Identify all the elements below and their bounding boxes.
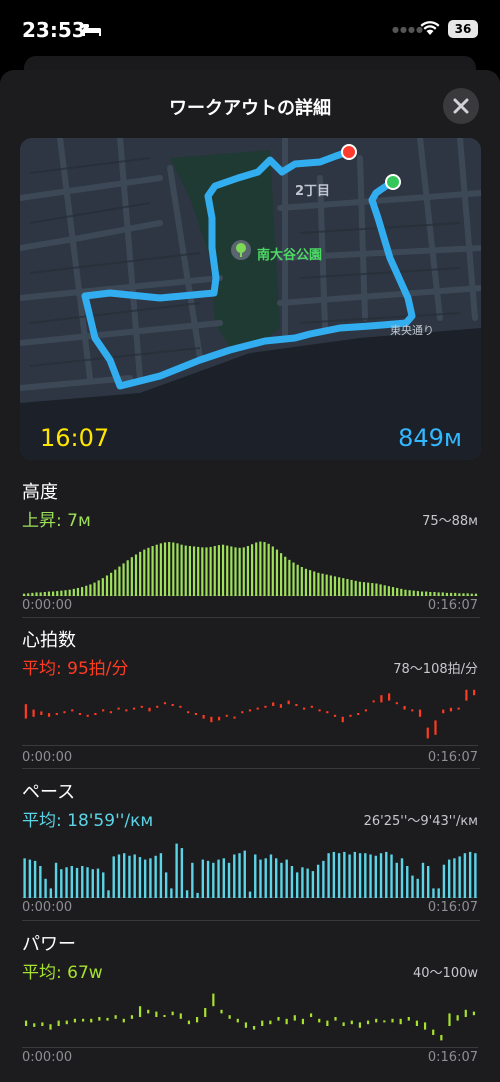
route-map[interactable] bbox=[20, 138, 481, 460]
pace-title: ペース bbox=[22, 782, 76, 803]
elevation-title: 高度 bbox=[22, 482, 58, 503]
status-time: 23:53 bbox=[22, 18, 86, 42]
map-block-label: 2丁目 bbox=[295, 184, 331, 199]
pace-average: 平均: 18'59''/км bbox=[22, 811, 154, 831]
elevation-range: 75〜88м bbox=[422, 514, 478, 529]
status-bar: 23:53 ●●●● 36 bbox=[0, 0, 500, 58]
close-button[interactable] bbox=[443, 88, 479, 124]
heart-rate-start-time: 0:00:00 bbox=[22, 750, 73, 765]
heart-rate-range: 78〜108拍/分 bbox=[393, 662, 478, 677]
pace-start-time: 0:00:00 bbox=[22, 900, 73, 915]
heart-rate-average: 平均: 95拍/分 bbox=[22, 659, 129, 679]
heart-rate-end-time: 0:16:07 bbox=[427, 750, 478, 765]
pace-range: 26'25''〜9'43''/км bbox=[363, 814, 478, 829]
power-section[interactable]: パワー 平均: 67w 40〜100w 0:00:00 0:16:07 bbox=[22, 930, 480, 1070]
elevation-gain: 上昇: 7м bbox=[22, 511, 91, 531]
park-icon bbox=[231, 240, 251, 260]
power-range: 40〜100w bbox=[413, 966, 478, 981]
map-park-label: 南大谷公園 bbox=[257, 248, 323, 263]
divider bbox=[22, 617, 480, 618]
map-canvas bbox=[20, 138, 481, 460]
battery-indicator: 36 bbox=[448, 20, 478, 38]
power-chart bbox=[22, 993, 478, 1048]
route-start-marker bbox=[385, 174, 401, 190]
elapsed-time: 16:07 bbox=[40, 424, 110, 452]
elevation-chart bbox=[22, 541, 478, 596]
elevation-end-time: 0:16:07 bbox=[427, 598, 478, 613]
wifi-icon bbox=[420, 21, 440, 35]
divider bbox=[22, 768, 480, 769]
elevation-start-time: 0:00:00 bbox=[22, 598, 73, 613]
map-street-label: 東央通り bbox=[390, 324, 434, 337]
distance: 849м bbox=[398, 424, 462, 452]
sleep-focus-icon bbox=[83, 24, 101, 36]
power-title: パワー bbox=[22, 934, 76, 955]
divider bbox=[22, 920, 480, 921]
power-end-time: 0:16:07 bbox=[427, 1050, 478, 1065]
heart-rate-title: 心拍数 bbox=[22, 630, 76, 651]
page-title: ワークアウトの詳細 bbox=[169, 98, 331, 119]
pace-section[interactable]: ペース 平均: 18'59''/км 26'25''〜9'43''/км 0:0… bbox=[22, 778, 480, 918]
pace-chart bbox=[22, 843, 478, 898]
elevation-section[interactable]: 高度 上昇: 7м 75〜88м 0:00:00 0:16:07 bbox=[22, 478, 480, 618]
route-end-marker bbox=[341, 144, 357, 160]
heart-rate-chart bbox=[22, 689, 478, 746]
pace-end-time: 0:16:07 bbox=[427, 900, 478, 915]
close-icon bbox=[453, 98, 469, 114]
power-start-time: 0:00:00 bbox=[22, 1050, 73, 1065]
power-average: 平均: 67w bbox=[22, 963, 103, 983]
heart-rate-section[interactable]: 心拍数 平均: 95拍/分 78〜108拍/分 0:00:00 0:16:07 bbox=[22, 626, 480, 766]
